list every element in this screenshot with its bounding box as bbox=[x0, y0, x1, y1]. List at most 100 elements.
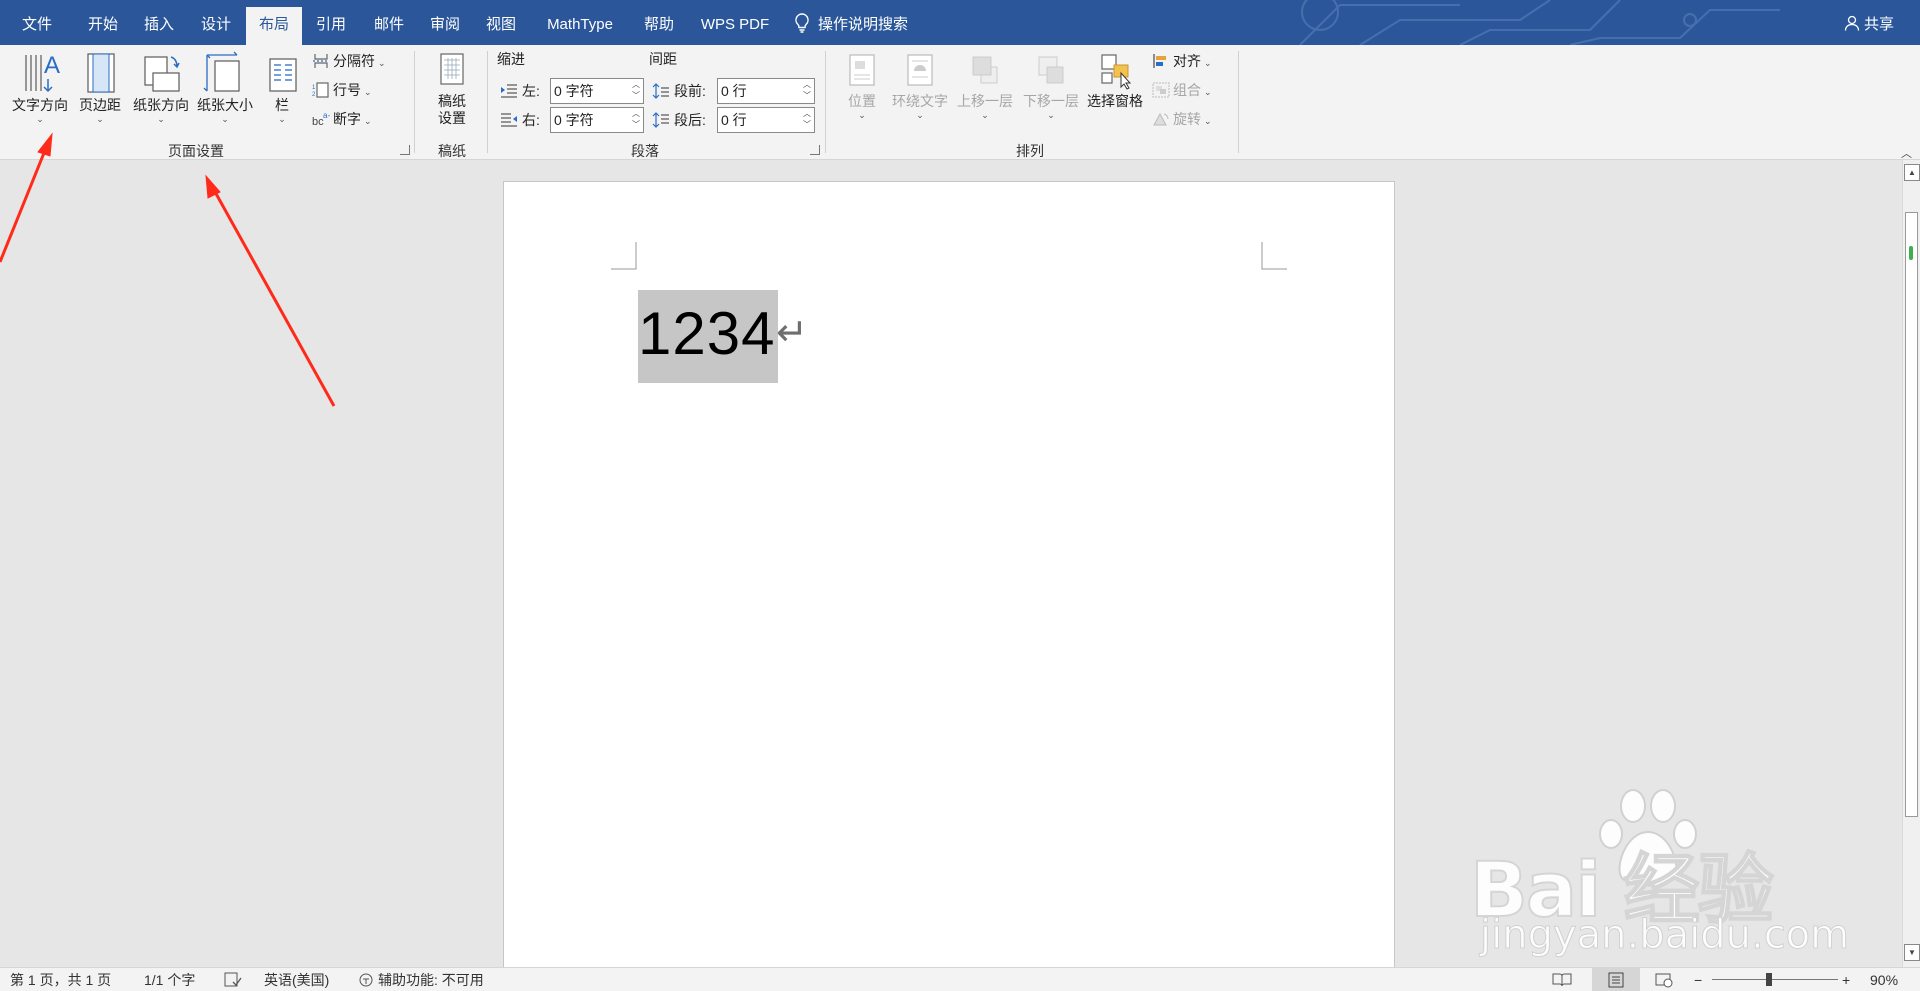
hyphenation-icon: bca- bbox=[312, 111, 330, 127]
zoom-slider-track[interactable] bbox=[1712, 979, 1838, 980]
spinner-arrows-icon[interactable]: ︿ ﹀ bbox=[629, 79, 643, 103]
web-layout-button[interactable] bbox=[1654, 968, 1674, 991]
indent-heading: 缩进 bbox=[497, 51, 525, 67]
paragraph-dialog-launcher[interactable] bbox=[810, 145, 820, 155]
spacing-heading: 间距 bbox=[649, 51, 677, 67]
margins-button[interactable]: 页边距 ⌄ bbox=[74, 51, 126, 124]
tab-file[interactable]: 文件 bbox=[8, 0, 66, 45]
group-icon bbox=[1152, 82, 1170, 98]
scrollbar-thumb[interactable] bbox=[1905, 212, 1918, 817]
position-icon bbox=[849, 54, 875, 86]
vertical-scrollbar[interactable]: ▲ ▼ bbox=[1902, 160, 1920, 967]
size-button[interactable]: 纸张大小 ⌄ bbox=[192, 51, 258, 124]
tell-me-search[interactable]: 操作说明搜索 bbox=[794, 0, 934, 45]
print-layout-button[interactable] bbox=[1592, 968, 1640, 991]
tab-mathtype[interactable]: MathType bbox=[534, 0, 626, 45]
line-numbers-icon: 12 bbox=[312, 82, 329, 98]
scroll-up-button[interactable]: ▲ bbox=[1904, 164, 1920, 181]
proofing-status[interactable] bbox=[224, 968, 242, 991]
indent-left-label-wrap: 左: bbox=[500, 78, 540, 104]
tab-mailings[interactable]: 邮件 bbox=[360, 0, 418, 45]
indent-left-label: 左: bbox=[522, 83, 540, 99]
spacing-after-input[interactable]: 0 行 ︿ ﹀ bbox=[717, 107, 815, 133]
page-setup-dialog-launcher[interactable] bbox=[400, 145, 410, 155]
chevron-down-icon: ⌄ bbox=[916, 110, 924, 120]
indent-left-input[interactable]: 0 字符 ︿ ﹀ bbox=[550, 78, 644, 104]
svg-text:a-: a- bbox=[323, 111, 330, 120]
align-button[interactable]: 对齐 ⌄ bbox=[1152, 49, 1212, 73]
wrap-text-button[interactable]: 环绕文字 ⌄ bbox=[888, 51, 952, 120]
send-backward-button[interactable]: 下移一层 ⌄ bbox=[1018, 51, 1084, 120]
orientation-label: 纸张方向 bbox=[133, 97, 189, 113]
line-numbers-button[interactable]: 1 2 行号 ⌄ bbox=[312, 78, 372, 102]
tab-insert[interactable]: 插入 bbox=[130, 0, 188, 45]
circuit-decoration bbox=[1299, 0, 1780, 45]
tab-wps-pdf[interactable]: WPS PDF bbox=[692, 0, 778, 45]
document-page[interactable]: 1234 ↵ bbox=[503, 181, 1395, 967]
position-button[interactable]: 位置 ⌄ bbox=[836, 51, 888, 120]
bring-forward-button[interactable]: 上移一层 ⌄ bbox=[952, 51, 1018, 120]
chevron-down-icon: ⌄ bbox=[378, 58, 386, 68]
rotate-button[interactable]: 旋转 ⌄ bbox=[1152, 107, 1212, 131]
scroll-down-button[interactable]: ▼ bbox=[1904, 944, 1920, 961]
columns-icon bbox=[269, 58, 297, 92]
group-objects-button[interactable]: 组合 ⌄ bbox=[1152, 78, 1212, 102]
paragraph-group-label: 段落 bbox=[631, 143, 659, 159]
spacing-before-label-wrap: 段前: bbox=[652, 78, 706, 104]
zoom-out-button[interactable]: − bbox=[1694, 968, 1702, 991]
chevron-down-icon: ⌄ bbox=[858, 110, 866, 120]
person-icon bbox=[1844, 15, 1860, 31]
read-mode-icon bbox=[1552, 973, 1572, 987]
zoom-level[interactable]: 90% bbox=[1870, 968, 1898, 991]
tab-references[interactable]: 引用 bbox=[302, 0, 360, 45]
document-text[interactable]: 1234 bbox=[638, 294, 775, 374]
read-mode-button[interactable] bbox=[1552, 968, 1572, 991]
spinner-arrows-icon[interactable]: ︿ ﹀ bbox=[629, 108, 643, 132]
spacing-before-label: 段前: bbox=[674, 83, 706, 99]
orientation-button[interactable]: 纸张方向 ⌄ bbox=[128, 51, 194, 124]
zoom-slider-thumb[interactable] bbox=[1766, 973, 1772, 986]
page-count[interactable]: 第 1 页，共 1 页 bbox=[10, 968, 111, 991]
tab-help[interactable]: 帮助 bbox=[630, 0, 688, 45]
spacing-after-label-wrap: 段后: bbox=[652, 107, 706, 133]
chevron-down-icon: ⌄ bbox=[1047, 110, 1055, 120]
selection-pane-label: 选择窗格 bbox=[1087, 93, 1143, 109]
wrap-text-label: 环绕文字 bbox=[892, 93, 948, 109]
paragraph-mark: ↵ bbox=[776, 310, 808, 354]
selection-pane-button[interactable]: 选择窗格 bbox=[1084, 51, 1146, 110]
spinner-arrows-icon[interactable]: ︿ ﹀ bbox=[800, 108, 814, 132]
manuscript-settings-button[interactable]: 稿纸 设置 bbox=[424, 51, 480, 127]
word-count[interactable]: 1/1 个字 bbox=[144, 968, 195, 991]
tab-layout[interactable]: 布局 bbox=[246, 7, 302, 45]
share-button[interactable]: 共享 bbox=[1844, 0, 1894, 45]
spinner-arrows-icon[interactable]: ︿ ﹀ bbox=[800, 79, 814, 103]
chevron-down-icon: ⌄ bbox=[1204, 116, 1212, 126]
chevron-down-icon: ⌄ bbox=[96, 114, 104, 124]
hyphenation-button[interactable]: bc a- 断字 ⌄ bbox=[312, 107, 372, 131]
collapse-ribbon-icon[interactable]: ︿ bbox=[1901, 145, 1912, 161]
columns-button[interactable]: 栏 ⌄ bbox=[262, 51, 302, 124]
indent-right-label-wrap: 右: bbox=[500, 107, 540, 133]
bring-forward-label: 上移一层 bbox=[957, 93, 1013, 109]
breaks-button[interactable]: 分隔符 ⌄ bbox=[312, 49, 386, 73]
crop-mark-top-left bbox=[611, 242, 637, 270]
indent-right-input[interactable]: 0 字符 ︿ ﹀ bbox=[550, 107, 644, 133]
send-backward-icon bbox=[1038, 56, 1064, 84]
tab-design[interactable]: 设计 bbox=[187, 0, 245, 45]
spacing-after-value: 0 行 bbox=[721, 112, 747, 128]
indent-left-value: 0 字符 bbox=[554, 83, 594, 99]
accessibility-label: 辅助功能: 不可用 bbox=[378, 972, 484, 988]
tab-review[interactable]: 审阅 bbox=[416, 0, 474, 45]
language-status[interactable]: 英语(美国) bbox=[264, 968, 329, 991]
accessibility-status[interactable]: 辅助功能: 不可用 bbox=[358, 968, 484, 991]
text-direction-icon: A bbox=[25, 52, 60, 93]
send-backward-label: 下移一层 bbox=[1023, 93, 1079, 109]
share-label: 共享 bbox=[1863, 16, 1894, 33]
zoom-in-button[interactable]: + bbox=[1842, 968, 1850, 991]
tab-home[interactable]: 开始 bbox=[74, 0, 132, 45]
breaks-icon bbox=[313, 54, 329, 68]
tab-view[interactable]: 视图 bbox=[472, 0, 530, 45]
text-direction-button[interactable]: A 文字方向 ⌄ bbox=[8, 51, 72, 124]
arrange-group-label: 排列 bbox=[1016, 143, 1044, 159]
spacing-before-input[interactable]: 0 行 ︿ ﹀ bbox=[717, 78, 815, 104]
